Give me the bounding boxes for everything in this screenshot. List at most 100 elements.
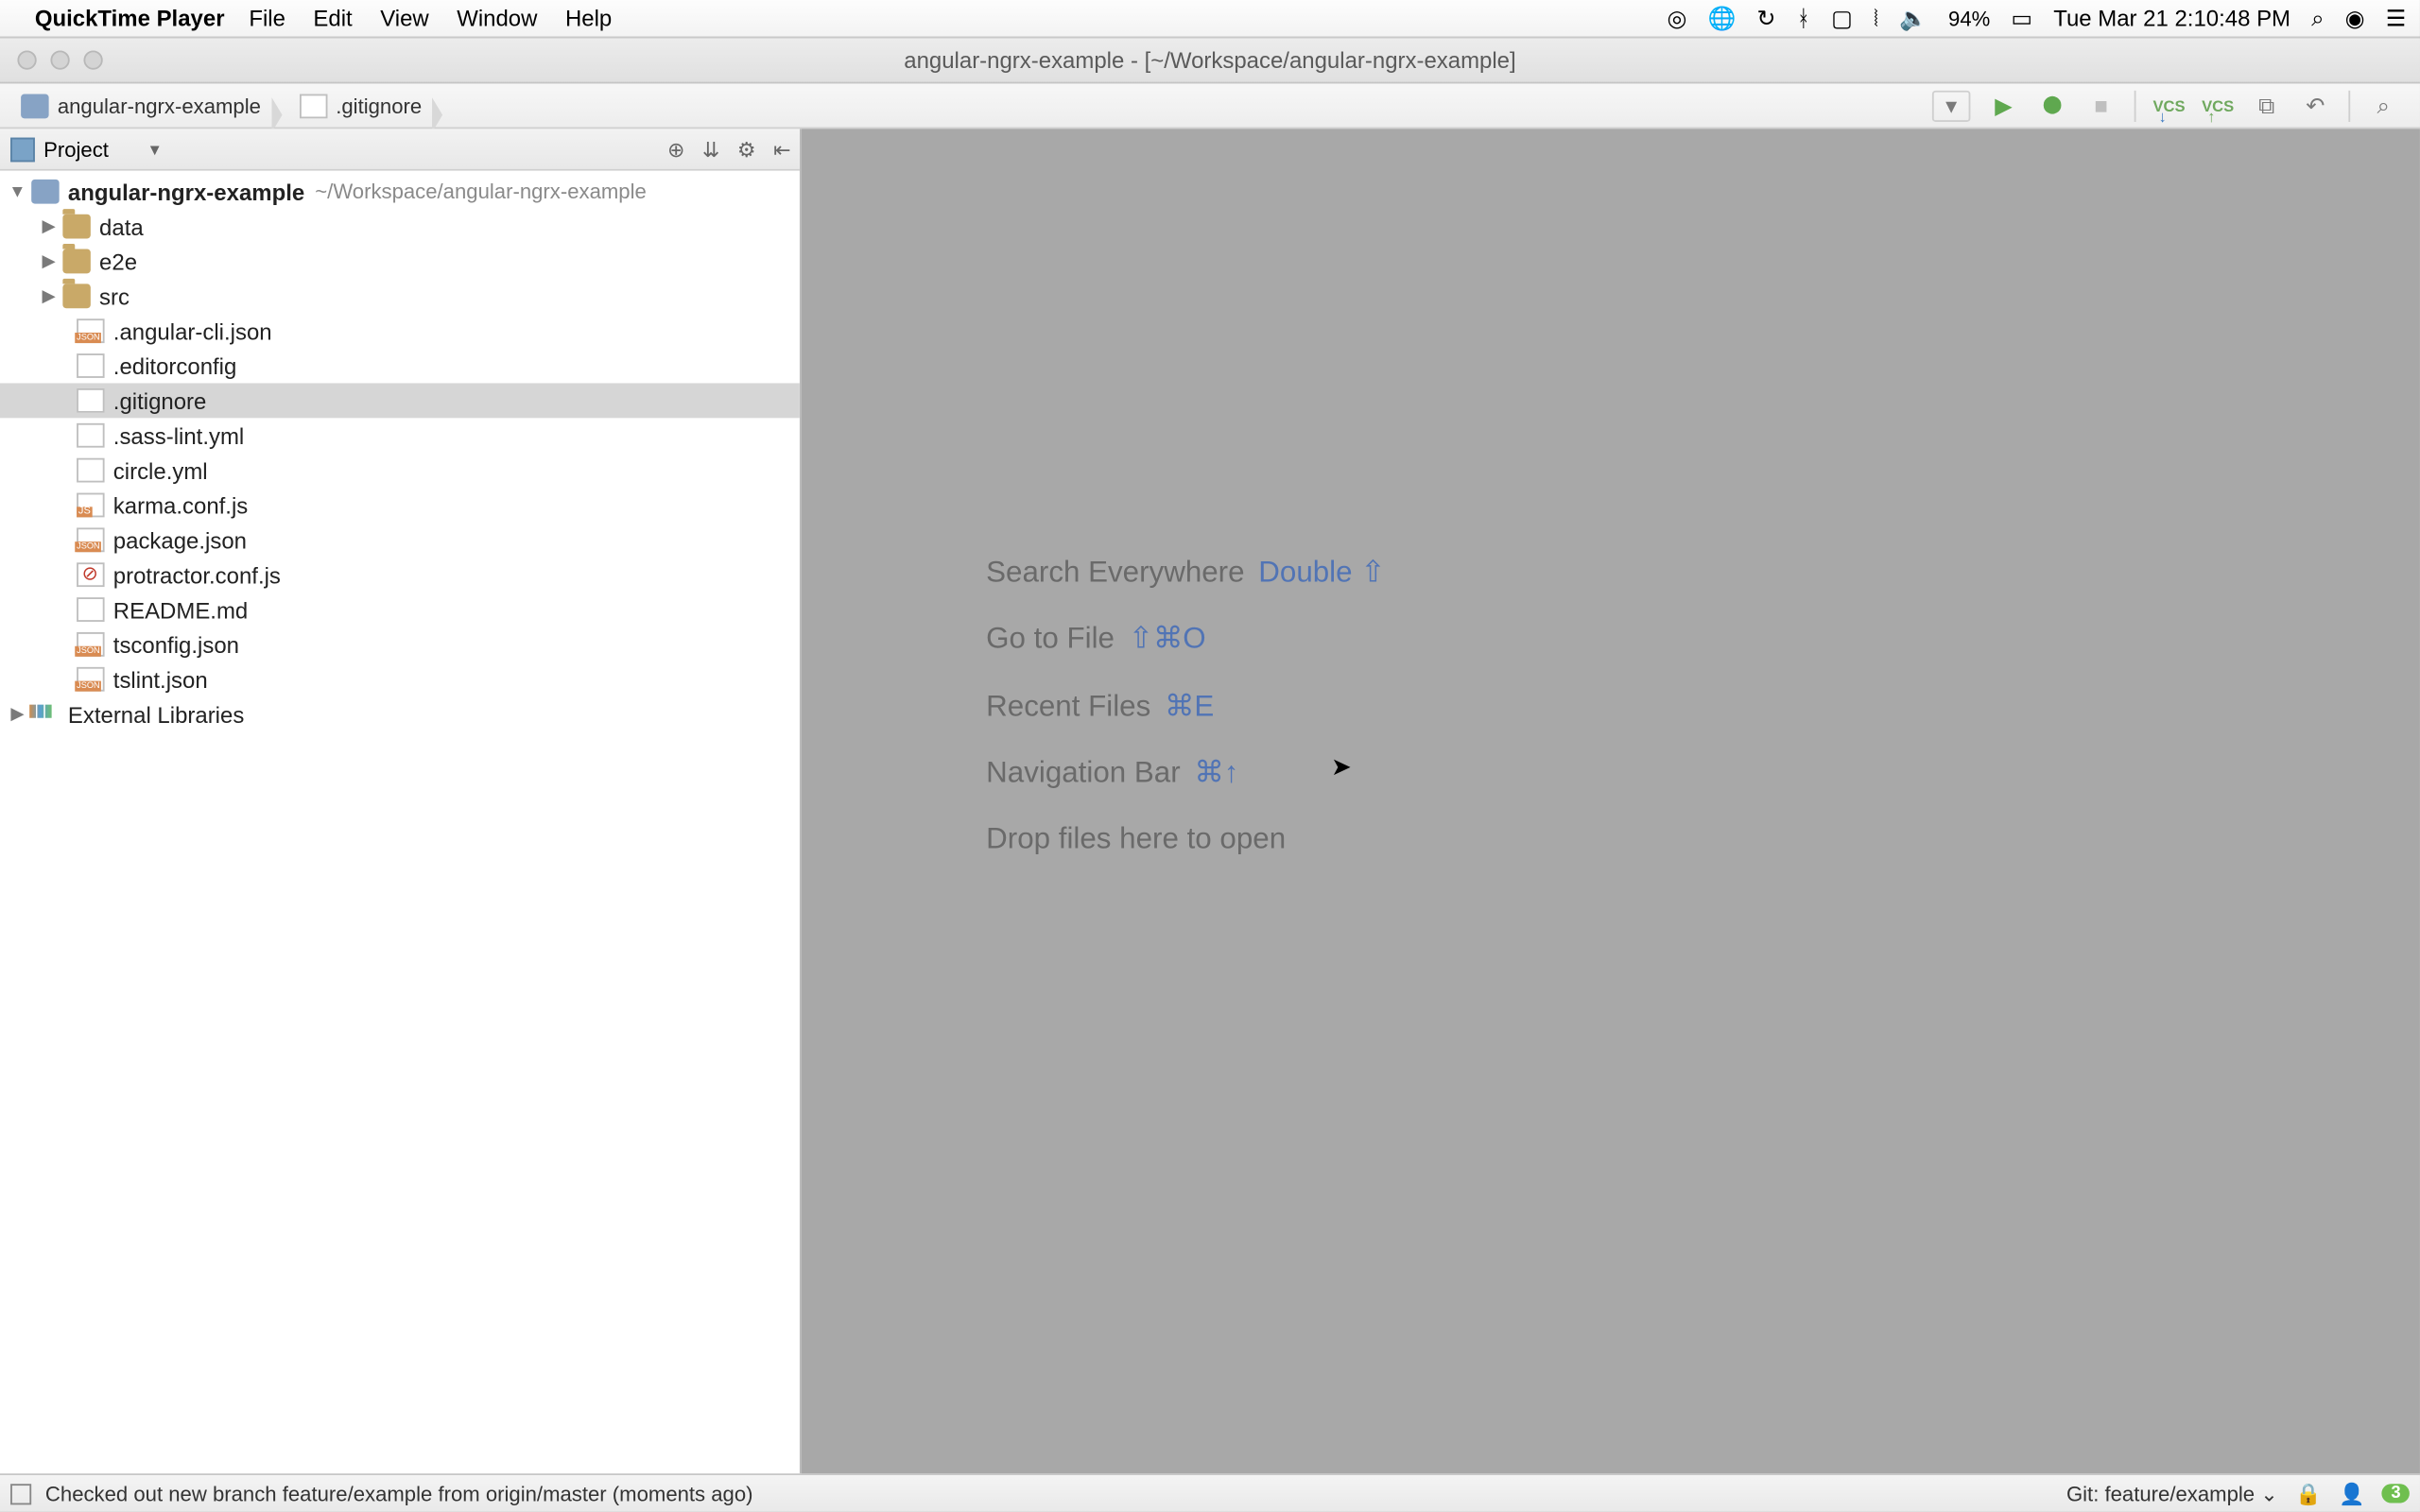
scroll-to-source-icon[interactable]: ⊕ <box>667 137 685 162</box>
project-tree[interactable]: ▼ angular-ngrx-example ~/Workspace/angul… <box>0 171 800 731</box>
tree-item[interactable]: protractor.conf.js <box>0 558 800 593</box>
tree-root[interactable]: ▼ angular-ngrx-example ~/Workspace/angul… <box>0 174 800 209</box>
tree-item-label: package.json <box>113 527 247 554</box>
ide-window: angular-ngrx-example - [~/Workspace/angu… <box>0 39 2420 1512</box>
navigation-bar: angular-ngrx-example .gitignore ▾ ▶ ⬤ ■ … <box>0 83 2420 129</box>
inspector-man-icon[interactable]: 👤 <box>2339 1481 2365 1505</box>
tree-item[interactable]: ▶e2e <box>0 244 800 279</box>
folder-icon <box>62 215 90 239</box>
run-button[interactable]: ▶ <box>1988 90 2019 121</box>
file-icon <box>77 527 104 552</box>
menu-view[interactable]: View <box>380 6 429 32</box>
tree-item[interactable]: circle.yml <box>0 453 800 488</box>
wifi-icon[interactable]: ⦚ <box>1874 5 1878 32</box>
clock[interactable]: Tue Mar 21 2:10:48 PM <box>2053 6 2290 32</box>
tree-item[interactable]: tslint.json <box>0 662 800 696</box>
settings-gear-icon[interactable]: ⚙ <box>737 137 756 162</box>
volume-icon[interactable]: 🔈 <box>1899 5 1927 32</box>
disclosure-closed-icon[interactable]: ▶ <box>7 704 27 723</box>
tree-item[interactable]: .angular-cli.json <box>0 314 800 349</box>
minimize-traffic-light[interactable] <box>50 50 69 69</box>
tree-item-label: karma.conf.js <box>113 492 248 519</box>
git-branch-widget[interactable]: Git: feature/example ⌄ <box>2066 1481 2278 1505</box>
module-icon <box>21 94 48 118</box>
file-icon <box>77 423 104 448</box>
project-tool-header[interactable]: Project ▼ ⊕ ⇊ ⚙ ⇤ <box>0 129 802 170</box>
siri-icon[interactable]: ◉ <box>2345 5 2365 32</box>
tool-windows-toggle-icon[interactable] <box>10 1483 31 1503</box>
file-icon <box>77 597 104 622</box>
readonly-lock-icon[interactable]: 🔒 <box>2295 1481 2322 1505</box>
disclosure-closed-icon[interactable]: ▶ <box>39 216 60 235</box>
tree-item[interactable]: .sass-lint.yml <box>0 418 800 453</box>
mac-menubar: QuickTime Player File Edit View Window H… <box>0 0 2420 39</box>
disclosure-closed-icon[interactable]: ▶ <box>39 251 60 270</box>
tree-item[interactable]: .gitignore <box>0 383 800 418</box>
notification-center-icon[interactable]: ☰ <box>2386 5 2406 32</box>
hint-drop-label: Drop files here to open <box>986 806 1286 872</box>
editor-area[interactable]: Search Everywhere Double ⇧ Go to File ⇧⌘… <box>802 129 2420 1473</box>
zoom-traffic-light[interactable] <box>83 50 102 69</box>
tree-item-label: .editorconfig <box>113 352 237 379</box>
folder-icon <box>62 284 90 308</box>
airplay-icon[interactable]: ▢ <box>1831 5 1853 32</box>
tree-item[interactable]: .editorconfig <box>0 349 800 384</box>
status-message: Checked out new branch feature/example f… <box>45 1481 753 1505</box>
tree-item[interactable]: tsconfig.json <box>0 627 800 662</box>
vcs-commit-button[interactable]: VCS↑ <box>2203 90 2234 121</box>
menu-edit[interactable]: Edit <box>313 6 352 32</box>
bluetooth-icon[interactable]: ᚼ <box>1797 6 1810 32</box>
module-icon <box>31 180 59 204</box>
hide-tool-window-icon[interactable]: ⇤ <box>773 137 791 162</box>
revert-button[interactable]: ↶ <box>2300 90 2331 121</box>
status-icon[interactable]: ◎ <box>1667 5 1686 32</box>
breadcrumb-file[interactable]: .gitignore <box>288 94 432 118</box>
breadcrumb-root[interactable]: angular-ngrx-example <box>10 94 271 118</box>
vcs-history-button[interactable]: ⧉ <box>2251 90 2282 121</box>
globe-icon[interactable]: 🌐 <box>1707 5 1736 32</box>
collapse-all-icon[interactable]: ⇊ <box>702 137 720 162</box>
tree-item-label: .sass-lint.yml <box>113 422 244 449</box>
disclosure-closed-icon[interactable]: ▶ <box>39 286 60 305</box>
hint-search-label: Search Everywhere <box>986 540 1244 606</box>
event-log-badge[interactable]: 3 <box>2382 1484 2410 1503</box>
battery-icon[interactable]: ▭ <box>2011 5 2032 32</box>
hint-recent-label: Recent Files <box>986 673 1150 739</box>
battery-percentage[interactable]: 94% <box>1948 6 1990 30</box>
close-traffic-light[interactable] <box>17 50 36 69</box>
stop-button[interactable]: ■ <box>2085 90 2117 121</box>
libraries-icon <box>31 702 59 727</box>
search-everywhere-button[interactable]: ⌕ <box>2368 90 2399 121</box>
hint-search-shortcut: Double ⇧ <box>1258 540 1385 606</box>
disclosure-open-icon[interactable]: ▼ <box>7 182 27 201</box>
project-view-label: Project <box>43 137 109 162</box>
spotlight-icon[interactable]: ⌕ <box>2311 5 2324 32</box>
tree-item[interactable]: package.json <box>0 523 800 558</box>
hint-navbar-shortcut: ⌘↑ <box>1194 740 1238 806</box>
tree-item[interactable]: ▶data <box>0 209 800 244</box>
hint-gotofile-label: Go to File <box>986 607 1115 673</box>
project-view-dropdown-icon[interactable]: ▼ <box>147 140 162 157</box>
debug-button[interactable]: ⬤ <box>2036 90 2067 121</box>
file-icon <box>77 458 104 483</box>
active-app-name[interactable]: QuickTime Player <box>35 6 225 32</box>
file-icon <box>77 388 104 413</box>
file-icon <box>77 632 104 657</box>
external-libraries[interactable]: ▶ External Libraries <box>0 696 800 731</box>
tree-item[interactable]: README.md <box>0 593 800 627</box>
tree-item[interactable]: ▶src <box>0 279 800 314</box>
file-icon <box>77 318 104 343</box>
project-view-icon <box>10 137 35 162</box>
tree-item[interactable]: karma.conf.js <box>0 488 800 523</box>
menu-file[interactable]: File <box>249 6 285 32</box>
timemachine-icon[interactable]: ↻ <box>1756 5 1775 32</box>
run-config-dropdown[interactable]: ▾ <box>1932 90 1971 121</box>
tree-item-label: tsconfig.json <box>113 631 239 658</box>
window-title: angular-ngrx-example - [~/Workspace/angu… <box>0 47 2420 74</box>
menu-window[interactable]: Window <box>457 6 537 32</box>
file-icon <box>77 353 104 378</box>
vcs-update-button[interactable]: VCS↓ <box>2153 90 2185 121</box>
project-tool-window: Project ▼ ⊕ ⇊ ⚙ ⇤ ▼ angular-ngrx-example… <box>0 129 802 1473</box>
tree-item-label: circle.yml <box>113 457 208 484</box>
menu-help[interactable]: Help <box>565 6 612 32</box>
